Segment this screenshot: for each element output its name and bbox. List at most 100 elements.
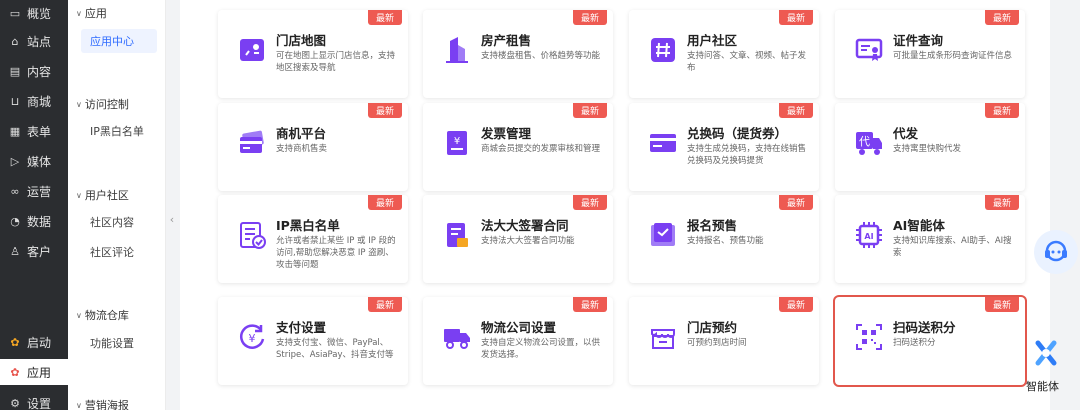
app-card-title: 商机平台 bbox=[276, 126, 327, 141]
svg-text:AI: AI bbox=[864, 232, 873, 241]
store-icon bbox=[647, 321, 679, 353]
subnav-item-ip-list[interactable]: IP黑白名单 bbox=[81, 119, 157, 143]
building-icon bbox=[441, 34, 473, 66]
app-card[interactable]: 最新 用户社区 支持问答、文章、视频、帖子发布 bbox=[629, 10, 819, 98]
app-card[interactable]: 最新门店预约可预约到店时间 bbox=[629, 297, 819, 385]
app-card-description: 支持寓里快购代发 bbox=[893, 144, 962, 154]
certificate-icon bbox=[853, 34, 885, 66]
app-card-description: 支持知识库搜索、AI助手、AI搜索 bbox=[893, 236, 1012, 258]
hashtag-icon bbox=[647, 34, 679, 66]
app-card[interactable]: 最新 IP黑白名单 允许或者禁止某些 IP 或 IP 段的访问,帮助您解决恶意 IP… bbox=[218, 195, 408, 283]
nav-item-shop[interactable]: ⊔ 商城 bbox=[0, 88, 68, 114]
checklist-icon bbox=[236, 219, 268, 251]
app-card[interactable]: 最新 商机平台 支持商机售卖 bbox=[218, 103, 408, 191]
subnav-group-poster[interactable]: ∨ 营销海报 bbox=[76, 397, 129, 410]
document-icon: ▤ bbox=[9, 64, 21, 78]
chevron-down-icon: ∨ bbox=[76, 99, 82, 109]
map-icon bbox=[236, 34, 268, 66]
new-badge: 最新 bbox=[368, 195, 402, 210]
secondary-sidebar: ∨ 应用 应用中心 ∨ 访问控制 IP黑白名单 ∨ 用户社区 社区内容 社区评论 ∨ 物… bbox=[68, 0, 166, 410]
app-card[interactable]: 最新 门店地图 可在地图上显示门店信息，支持地区搜索及导航 bbox=[218, 10, 408, 98]
subnav-group-apps[interactable]: ∨ 应用 bbox=[76, 5, 107, 21]
app-card[interactable]: 最新 AI AI智能体 支持知识库搜索、AI助手、AI搜索 bbox=[835, 195, 1025, 283]
nav-item-operations[interactable]: ∞ 运营 bbox=[0, 178, 68, 204]
app-card-title: 门店预约 bbox=[687, 320, 738, 335]
subnav-item-label: 社区内容 bbox=[90, 216, 134, 229]
link-icon: ∞ bbox=[10, 184, 20, 198]
subnav-item-label: 社区评论 bbox=[90, 246, 134, 259]
app-card-title: 扫码送积分 bbox=[893, 320, 956, 335]
subnav-group-access-control[interactable]: ∨ 访问控制 bbox=[76, 96, 129, 112]
nav-item-settings[interactable]: ⚙ 设置 bbox=[0, 390, 68, 410]
app-card[interactable]: 最新 报名预售 支持报名、预售功能 bbox=[629, 195, 819, 283]
subnav-item-community-content[interactable]: 社区内容 bbox=[81, 210, 157, 234]
nav-item-site[interactable]: ⌂ 站点 bbox=[0, 28, 68, 54]
app-card-description: 支持问答、文章、视频、帖子发布 bbox=[687, 51, 807, 73]
nav-item-label: 内容 bbox=[27, 64, 52, 79]
new-badge: 最新 bbox=[779, 10, 813, 25]
new-badge: 最新 bbox=[985, 10, 1019, 25]
app-card[interactable]: 最新 兑换码（提货券） 支持生成兑换码，支持在线销售兑换码及兑换码提货 bbox=[629, 103, 819, 191]
app-card[interactable]: 最新 证件查询 可批量生成条形码查询证件信息 bbox=[835, 10, 1025, 98]
app-card-title: 报名预售 bbox=[687, 218, 738, 233]
overview-icon: ▭ bbox=[9, 6, 21, 20]
subnav-group-community[interactable]: ∨ 用户社区 bbox=[76, 187, 129, 203]
subnav-group-label: 应用 bbox=[84, 7, 107, 20]
agent-button[interactable] bbox=[1026, 336, 1066, 370]
subnav-group-label: 营销海报 bbox=[84, 399, 129, 410]
new-badge: 最新 bbox=[368, 10, 402, 25]
svg-text:代: 代 bbox=[859, 135, 870, 148]
new-badge: 最新 bbox=[779, 103, 813, 118]
apps-icon: ✿ bbox=[10, 365, 20, 379]
nav-item-label: 应用 bbox=[27, 365, 52, 380]
app-card[interactable]: 最新 ¥ 支付设置 支持支付宝、微信、PayPal、Stripe、AsiaPay、抖音… bbox=[218, 297, 408, 385]
svg-text:¥: ¥ bbox=[454, 136, 460, 147]
chevron-left-icon: ‹ bbox=[169, 212, 175, 226]
nav-item-label: 商城 bbox=[27, 94, 52, 109]
chevron-down-icon: ∨ bbox=[76, 8, 82, 18]
svg-text:¥: ¥ bbox=[249, 332, 256, 345]
chevron-down-icon: ∨ bbox=[76, 190, 82, 200]
nav-item-form[interactable]: ▦ 表单 bbox=[0, 118, 68, 144]
user-icon: ♙ bbox=[10, 244, 20, 258]
app-card-title: 发票管理 bbox=[481, 126, 532, 141]
subnav-item-app-center[interactable]: 应用中心 bbox=[81, 29, 157, 53]
app-card[interactable]: 最新 房产租售 支持楼盘租售、价格趋势等功能 bbox=[423, 10, 613, 98]
app-card-description: 可在地图上显示门店信息，支持地区搜索及导航 bbox=[276, 51, 396, 73]
nav-item-customer[interactable]: ♙ 客户 bbox=[0, 238, 68, 264]
subnav-group-label: 访问控制 bbox=[84, 98, 129, 111]
pie-chart-icon: ◔ bbox=[10, 214, 20, 228]
subnav-group-logistics[interactable]: ∨ 物流仓库 bbox=[76, 307, 129, 323]
app-card-title: AI智能体 bbox=[893, 218, 945, 233]
app-card-description: 允许或者禁止某些 IP 或 IP 段的访问,帮助您解决恶意 IP 盗刷、攻击等问… bbox=[276, 236, 396, 270]
nav-item-media[interactable]: ▷ 媒体 bbox=[0, 148, 68, 174]
nav-item-overview[interactable]: ▭ 概览 bbox=[0, 0, 68, 26]
customer-service-button[interactable] bbox=[1034, 230, 1078, 274]
app-card-description: 支持支付宝、微信、PayPal、Stripe、AsiaPay、抖音支付等 bbox=[276, 338, 394, 360]
nav-item-content[interactable]: ▤ 内容 bbox=[0, 58, 68, 84]
delivery-truck-icon: 代 bbox=[853, 127, 885, 159]
nav-item-label: 站点 bbox=[27, 34, 52, 49]
app-card[interactable]: 最新代 代发 支持寓里快购代发 bbox=[835, 103, 1025, 191]
app-card-description: 支持报名、预售功能 bbox=[687, 236, 764, 246]
app-card[interactable]: 最新 法大大签署合同 支持法大大签署合同功能 bbox=[423, 195, 613, 283]
app-card[interactable]: 最新 物流公司设置 支持自定义物流公司设置，以供发货选择。 bbox=[423, 297, 613, 385]
subnav-item-label: IP黑白名单 bbox=[90, 125, 144, 138]
nav-item-data[interactable]: ◔ 数据 bbox=[0, 208, 68, 234]
nav-item-apps[interactable]: ✿ 应用 bbox=[0, 359, 68, 385]
chevron-down-icon: ∨ bbox=[76, 400, 82, 410]
nav-item-launch[interactable]: ✿ 启动 bbox=[0, 329, 68, 355]
collapse-sidebar-button[interactable]: ‹ bbox=[166, 205, 178, 233]
app-card-title: 证件查询 bbox=[893, 33, 944, 48]
subnav-item-community-comments[interactable]: 社区评论 bbox=[81, 240, 157, 264]
subnav-item-function-settings[interactable]: 功能设置 bbox=[81, 331, 157, 355]
app-card-description: 支持商机售卖 bbox=[276, 144, 328, 154]
app-card-description: 支持楼盘租售、价格趋势等功能 bbox=[481, 51, 601, 61]
app-card[interactable]: 最新 ¥ 发票管理 商城会员提交的发票审核和管理 bbox=[423, 103, 613, 191]
nav-item-label: 表单 bbox=[27, 124, 52, 139]
agent-icon bbox=[1035, 340, 1057, 366]
app-card-description: 可预约到店时间 bbox=[687, 338, 747, 348]
new-badge: 最新 bbox=[779, 297, 813, 312]
app-card[interactable]: 最新 扫码送积分 扫码送积分 bbox=[835, 297, 1025, 385]
app-card-description: 支持法大大签署合同功能 bbox=[481, 236, 575, 246]
